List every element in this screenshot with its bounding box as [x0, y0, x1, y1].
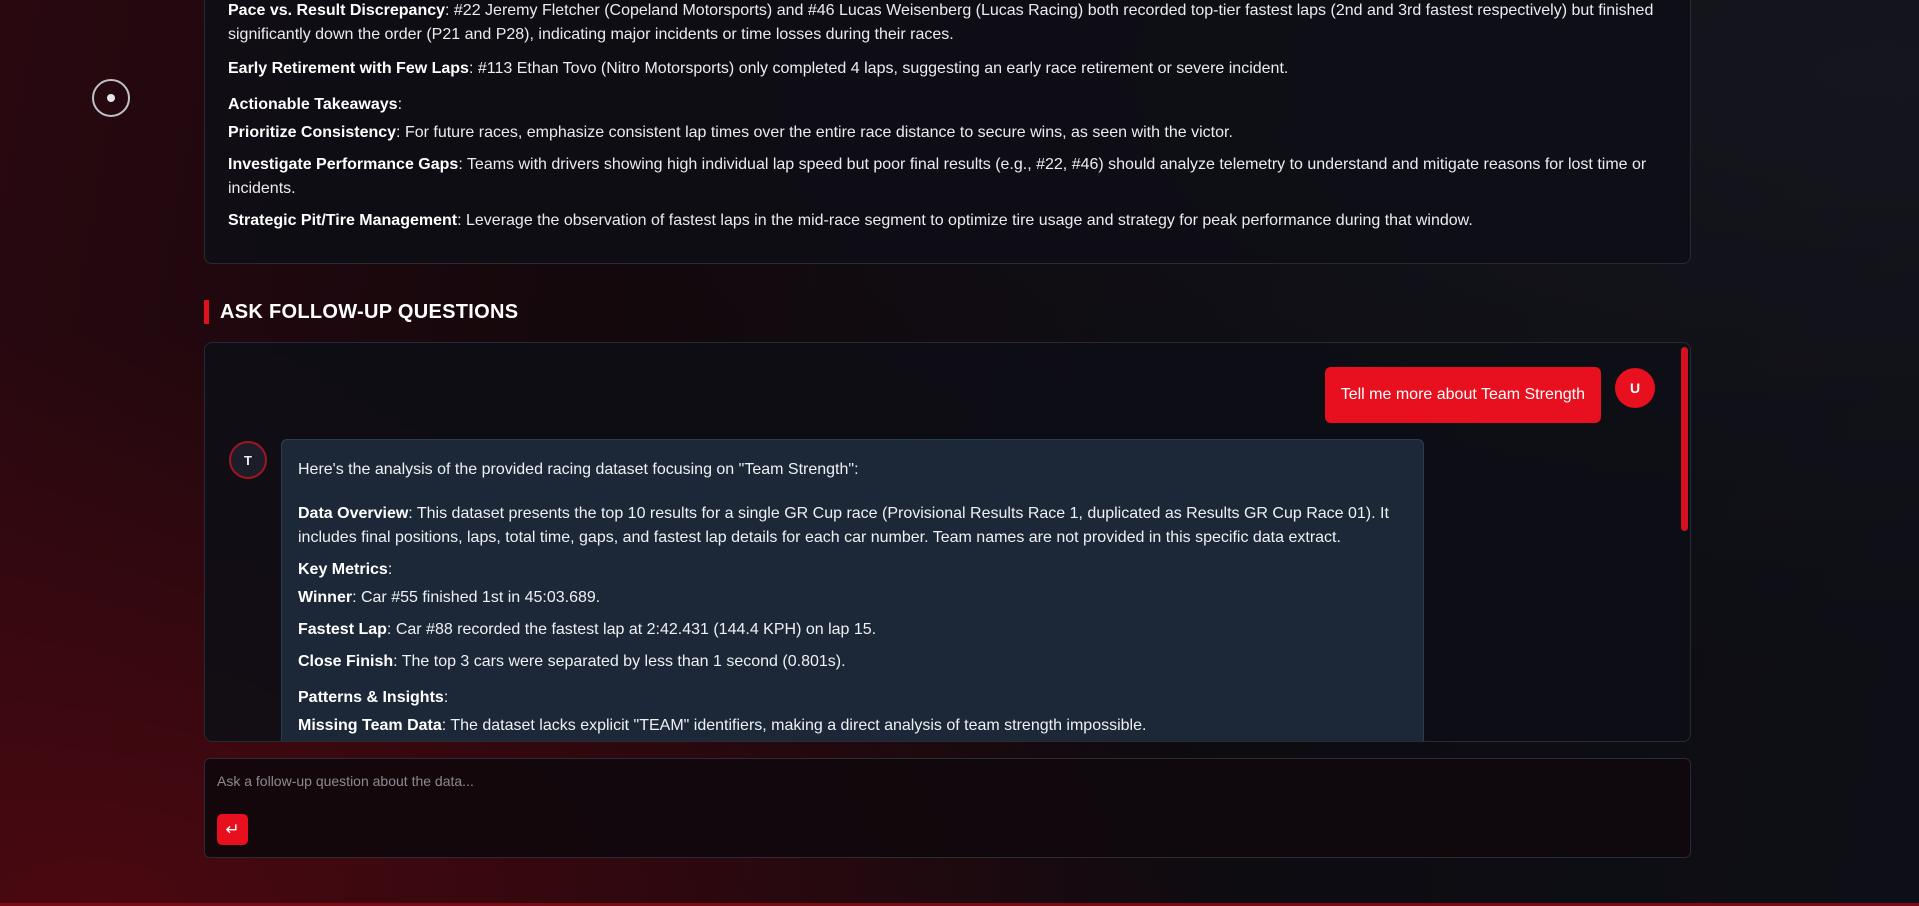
data-overview-text: : This dataset presents the top 10 resul… — [298, 505, 1389, 546]
metric-item: Winner: Car #55 finished 1st in 45:03.68… — [298, 586, 1408, 610]
user-message-bubble: Tell me more about Team Strength — [1324, 367, 1601, 423]
takeaways-heading: Actionable Takeaways: — [228, 96, 403, 113]
metric-label: Close Finish — [298, 653, 394, 670]
takeaway-item: Strategic Pit/Tire Management: Leverage … — [228, 209, 1668, 233]
summary-item-label: Early Retirement with Few Laps — [228, 60, 469, 77]
follow-up-composer: ↵ — [204, 758, 1691, 858]
takeaway-label: Prioritize Consistency — [228, 124, 397, 141]
patterns-heading: Patterns & Insights: — [298, 689, 449, 706]
chat-scrollbar[interactable] — [1680, 345, 1688, 739]
summary-item-text: : #113 Ethan Tovo (Nitro Motorsports) on… — [468, 60, 1289, 77]
summary-item: Pace vs. Result Discrepancy: #22 Jeremy … — [228, 0, 1668, 47]
key-metrics-heading: Key Metrics: — [298, 561, 393, 578]
assistant-message-bubble: Here's the analysis of the provided raci… — [281, 439, 1424, 741]
takeaway-item: Investigate Performance Gaps: Teams with… — [228, 153, 1668, 201]
send-icon[interactable]: ↵ — [217, 814, 248, 845]
metric-label: Winner — [298, 589, 353, 606]
assistant-intro: Here's the analysis of the provided raci… — [298, 461, 859, 478]
takeaway-item: Prioritize Consistency: For future races… — [228, 121, 1668, 145]
pattern-text: : The dataset lacks explicit "TEAM" iden… — [441, 717, 1147, 734]
pattern-item: Missing Team Data: The dataset lacks exp… — [298, 714, 1408, 738]
radio-dot — [107, 94, 115, 102]
chat-scrollbar-thumb[interactable] — [1681, 347, 1688, 531]
takeaway-label: Investigate Performance Gaps — [228, 156, 459, 173]
metric-item: Fastest Lap: Car #88 recorded the fastes… — [298, 618, 1408, 642]
takeaway-text: : For future races, emphasize consistent… — [396, 124, 1233, 141]
data-overview-label: Data Overview — [298, 505, 409, 522]
user-avatar: U — [1615, 368, 1655, 408]
metric-text: : The top 3 cars were separated by less … — [393, 653, 846, 670]
data-overview: Data Overview: This dataset presents the… — [298, 502, 1408, 550]
radio-indicator-icon[interactable] — [92, 79, 130, 117]
metric-label: Fastest Lap — [298, 621, 387, 638]
takeaway-text: : Leverage the observation of fastest la… — [457, 212, 1473, 229]
analysis-summary-card: Pace vs. Result Discrepancy: #22 Jeremy … — [204, 0, 1691, 264]
metric-text: : Car #55 finished 1st in 45:03.689. — [352, 589, 601, 606]
section-title: ASK FOLLOW-UP QUESTIONS — [204, 300, 518, 324]
assistant-avatar: T — [229, 441, 267, 479]
chat-panel[interactable]: Tell me more about Team Strength U T Her… — [204, 342, 1691, 742]
metric-item: Close Finish: The top 3 cars were separa… — [298, 650, 1408, 674]
follow-up-question-input[interactable] — [205, 759, 1690, 803]
summary-item-label: Pace vs. Result Discrepancy — [228, 2, 446, 19]
takeaway-label: Strategic Pit/Tire Management — [228, 212, 458, 229]
metric-text: : Car #88 recorded the fastest lap at 2:… — [386, 621, 877, 638]
pattern-label: Missing Team Data — [298, 717, 442, 734]
summary-item: Early Retirement with Few Laps: #113 Eth… — [228, 57, 1668, 81]
